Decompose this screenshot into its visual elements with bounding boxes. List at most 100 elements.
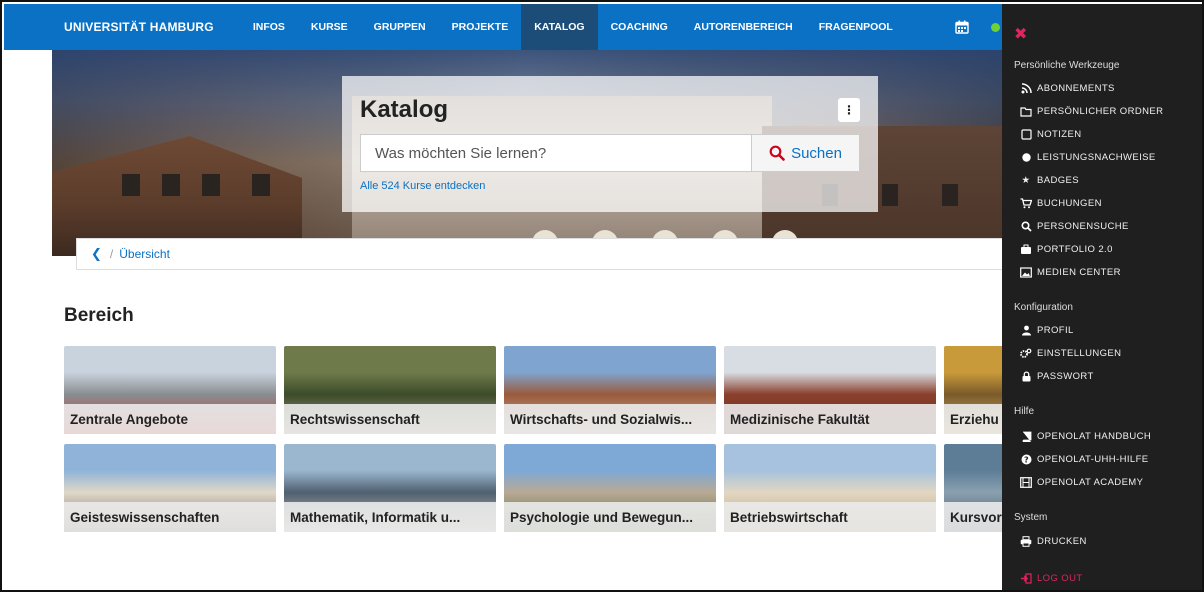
category-tile[interactable]: Wirtschafts- und Sozialwis... xyxy=(504,346,716,434)
search-button[interactable]: Suchen xyxy=(751,134,860,172)
menu-item-label: BUCHUNGEN xyxy=(1037,197,1102,209)
category-tile[interactable]: Kursvor xyxy=(944,444,1004,532)
menu-item-label: OPENOLAT ACADEMY xyxy=(1037,476,1144,488)
section-heading: Bereich xyxy=(64,305,134,326)
category-tile[interactable]: Rechtswissenschaft xyxy=(284,346,496,434)
breadcrumb-separator: / xyxy=(109,247,114,261)
menu-item-leistungsnachweise[interactable]: LEISTUNGSNACHWEISE xyxy=(1020,151,1156,163)
category-tile[interactable]: Psychologie und Bewegun... xyxy=(504,444,716,532)
tile-label: Erziehu xyxy=(944,404,1004,434)
menu-item-label: MEDIEN CENTER xyxy=(1037,266,1121,278)
menu-item-label: DRUCKEN xyxy=(1037,535,1087,547)
tile-label: Kursvor xyxy=(944,502,1004,532)
tile-label: Rechtswissenschaft xyxy=(284,404,496,434)
question-icon: ? xyxy=(1020,453,1032,465)
nav-coaching[interactable]: COACHING xyxy=(598,4,681,50)
gears-icon xyxy=(1020,347,1032,359)
menu-item-portfolio[interactable]: PORTFOLIO 2.0 xyxy=(1020,243,1113,255)
menu-item-badges[interactable]: ★ BADGES xyxy=(1020,174,1079,186)
group-title-system: System xyxy=(1014,512,1048,523)
search-icon xyxy=(1020,220,1032,232)
nav-katalog[interactable]: KATALOG xyxy=(521,4,598,50)
menu-item-persoenlicher-ordner[interactable]: PERSÖNLICHER ORDNER xyxy=(1020,105,1163,117)
menu-item-openolat-uhh-hilfe[interactable]: ? OPENOLAT-UHH-HILFE xyxy=(1020,453,1149,465)
nav-fragenpool[interactable]: FRAGENPOOL xyxy=(806,4,906,50)
menu-item-label: ABONNEMENTS xyxy=(1037,82,1115,94)
menu-item-medien-center[interactable]: MEDIEN CENTER xyxy=(1020,266,1121,278)
all-courses-link[interactable]: Alle 524 Kurse entdecken xyxy=(360,180,485,192)
top-navigation: UNIVERSITÄT HAMBURG INFOS KURSE GRUPPEN … xyxy=(4,4,1004,50)
online-status-indicator[interactable] xyxy=(991,22,1000,32)
nav-gruppen[interactable]: GRUPPEN xyxy=(361,4,439,50)
brand-logo[interactable]: UNIVERSITÄT HAMBURG xyxy=(64,20,214,34)
group-title-tools: Persönliche Werkzeuge xyxy=(1014,60,1120,71)
tile-label: Betriebswirtschaft xyxy=(724,502,936,532)
menu-item-abonnements[interactable]: ABONNEMENTS xyxy=(1020,82,1115,94)
nav-kurse[interactable]: KURSE xyxy=(298,4,361,50)
tile-label: Wirtschafts- und Sozialwis... xyxy=(504,404,716,434)
category-tile[interactable]: Mathematik, Informatik u... xyxy=(284,444,496,532)
menu-item-openolat-handbuch[interactable]: OPENOLAT HANDBUCH xyxy=(1020,430,1151,442)
calendar-icon[interactable] xyxy=(955,20,969,34)
menu-item-openolat-academy[interactable]: OPENOLAT ACADEMY xyxy=(1020,476,1143,488)
hero-window xyxy=(202,174,220,196)
personal-tools-panel: ✖ Persönliche Werkzeuge ABONNEMENTS PERS… xyxy=(1002,4,1202,590)
tile-label: Psychologie und Bewegun... xyxy=(504,502,716,532)
menu-item-personensuche[interactable]: PERSONENSUCHE xyxy=(1020,220,1129,232)
note-icon xyxy=(1020,128,1032,140)
book-icon xyxy=(1020,430,1032,442)
group-title-configuration: Konfiguration xyxy=(1014,302,1073,313)
lock-icon xyxy=(1020,370,1032,382)
menu-item-einstellungen[interactable]: EINSTELLUNGEN xyxy=(1020,347,1121,359)
nav-right-tools xyxy=(955,4,1004,50)
back-chevron-icon[interactable]: ❮ xyxy=(91,246,102,262)
nav-infos[interactable]: INFOS xyxy=(240,4,298,50)
more-options-button[interactable]: ⋮ xyxy=(838,98,860,122)
group-title-help: Hilfe xyxy=(1014,406,1035,417)
category-tile[interactable]: Geisteswissenschaften xyxy=(64,444,276,532)
breadcrumb: ❮ / Übersicht xyxy=(76,238,1006,270)
svg-text:?: ? xyxy=(1023,455,1028,464)
menu-item-label: EINSTELLUNGEN xyxy=(1037,347,1122,359)
logout-icon xyxy=(1020,572,1032,584)
nav-projekte[interactable]: PROJEKTE xyxy=(439,4,522,50)
hero-window xyxy=(252,174,270,196)
menu-item-label: OPENOLAT HANDBUCH xyxy=(1037,430,1152,442)
nav-autorenbereich[interactable]: AUTORENBEREICH xyxy=(681,4,806,50)
hero-window xyxy=(942,184,958,206)
category-tile[interactable]: Betriebswirtschaft xyxy=(724,444,936,532)
tile-label: Geisteswissenschaften xyxy=(64,502,276,532)
search-input[interactable] xyxy=(360,134,752,172)
menu-item-label: NOTIZEN xyxy=(1037,128,1082,140)
tile-label: Zentrale Angebote xyxy=(64,404,276,434)
menu-item-buchungen[interactable]: BUCHUNGEN xyxy=(1020,197,1102,209)
close-panel-button[interactable]: ✖ xyxy=(1014,24,1027,44)
category-tile[interactable]: Medizinische Fakultät xyxy=(724,346,936,434)
certificate-icon xyxy=(1020,151,1032,163)
category-tile[interactable]: Erziehu xyxy=(944,346,1004,434)
menu-item-label: PASSWORT xyxy=(1037,370,1094,382)
breadcrumb-current[interactable]: Übersicht xyxy=(119,247,170,261)
user-icon xyxy=(1020,324,1032,336)
menu-item-label: PORTFOLIO 2.0 xyxy=(1037,243,1113,255)
logout-button[interactable]: LOG OUT xyxy=(1020,572,1083,584)
tile-label: Medizinische Fakultät xyxy=(724,404,936,434)
category-tile[interactable]: Zentrale Angebote xyxy=(64,346,276,434)
menu-item-notizen[interactable]: NOTIZEN xyxy=(1020,128,1082,140)
star-icon: ★ xyxy=(1021,174,1031,186)
print-icon xyxy=(1020,535,1032,547)
search-button-label: Suchen xyxy=(791,144,842,162)
rss-icon xyxy=(1020,82,1032,94)
image-icon xyxy=(1020,266,1032,278)
kebab-icon: ⋮ xyxy=(843,103,855,117)
menu-item-drucken[interactable]: DRUCKEN xyxy=(1020,535,1087,547)
menu-item-passwort[interactable]: PASSWORT xyxy=(1020,370,1094,382)
menu-item-label: PROFIL xyxy=(1037,324,1074,336)
tile-label: Mathematik, Informatik u... xyxy=(284,502,496,532)
menu-item-label: LEISTUNGSNACHWEISE xyxy=(1037,151,1156,163)
search-icon xyxy=(769,145,785,161)
logout-label: LOG OUT xyxy=(1037,572,1083,584)
menu-item-label: OPENOLAT-UHH-HILFE xyxy=(1037,453,1149,465)
menu-item-profil[interactable]: PROFIL xyxy=(1020,324,1074,336)
hero-window xyxy=(162,174,180,196)
